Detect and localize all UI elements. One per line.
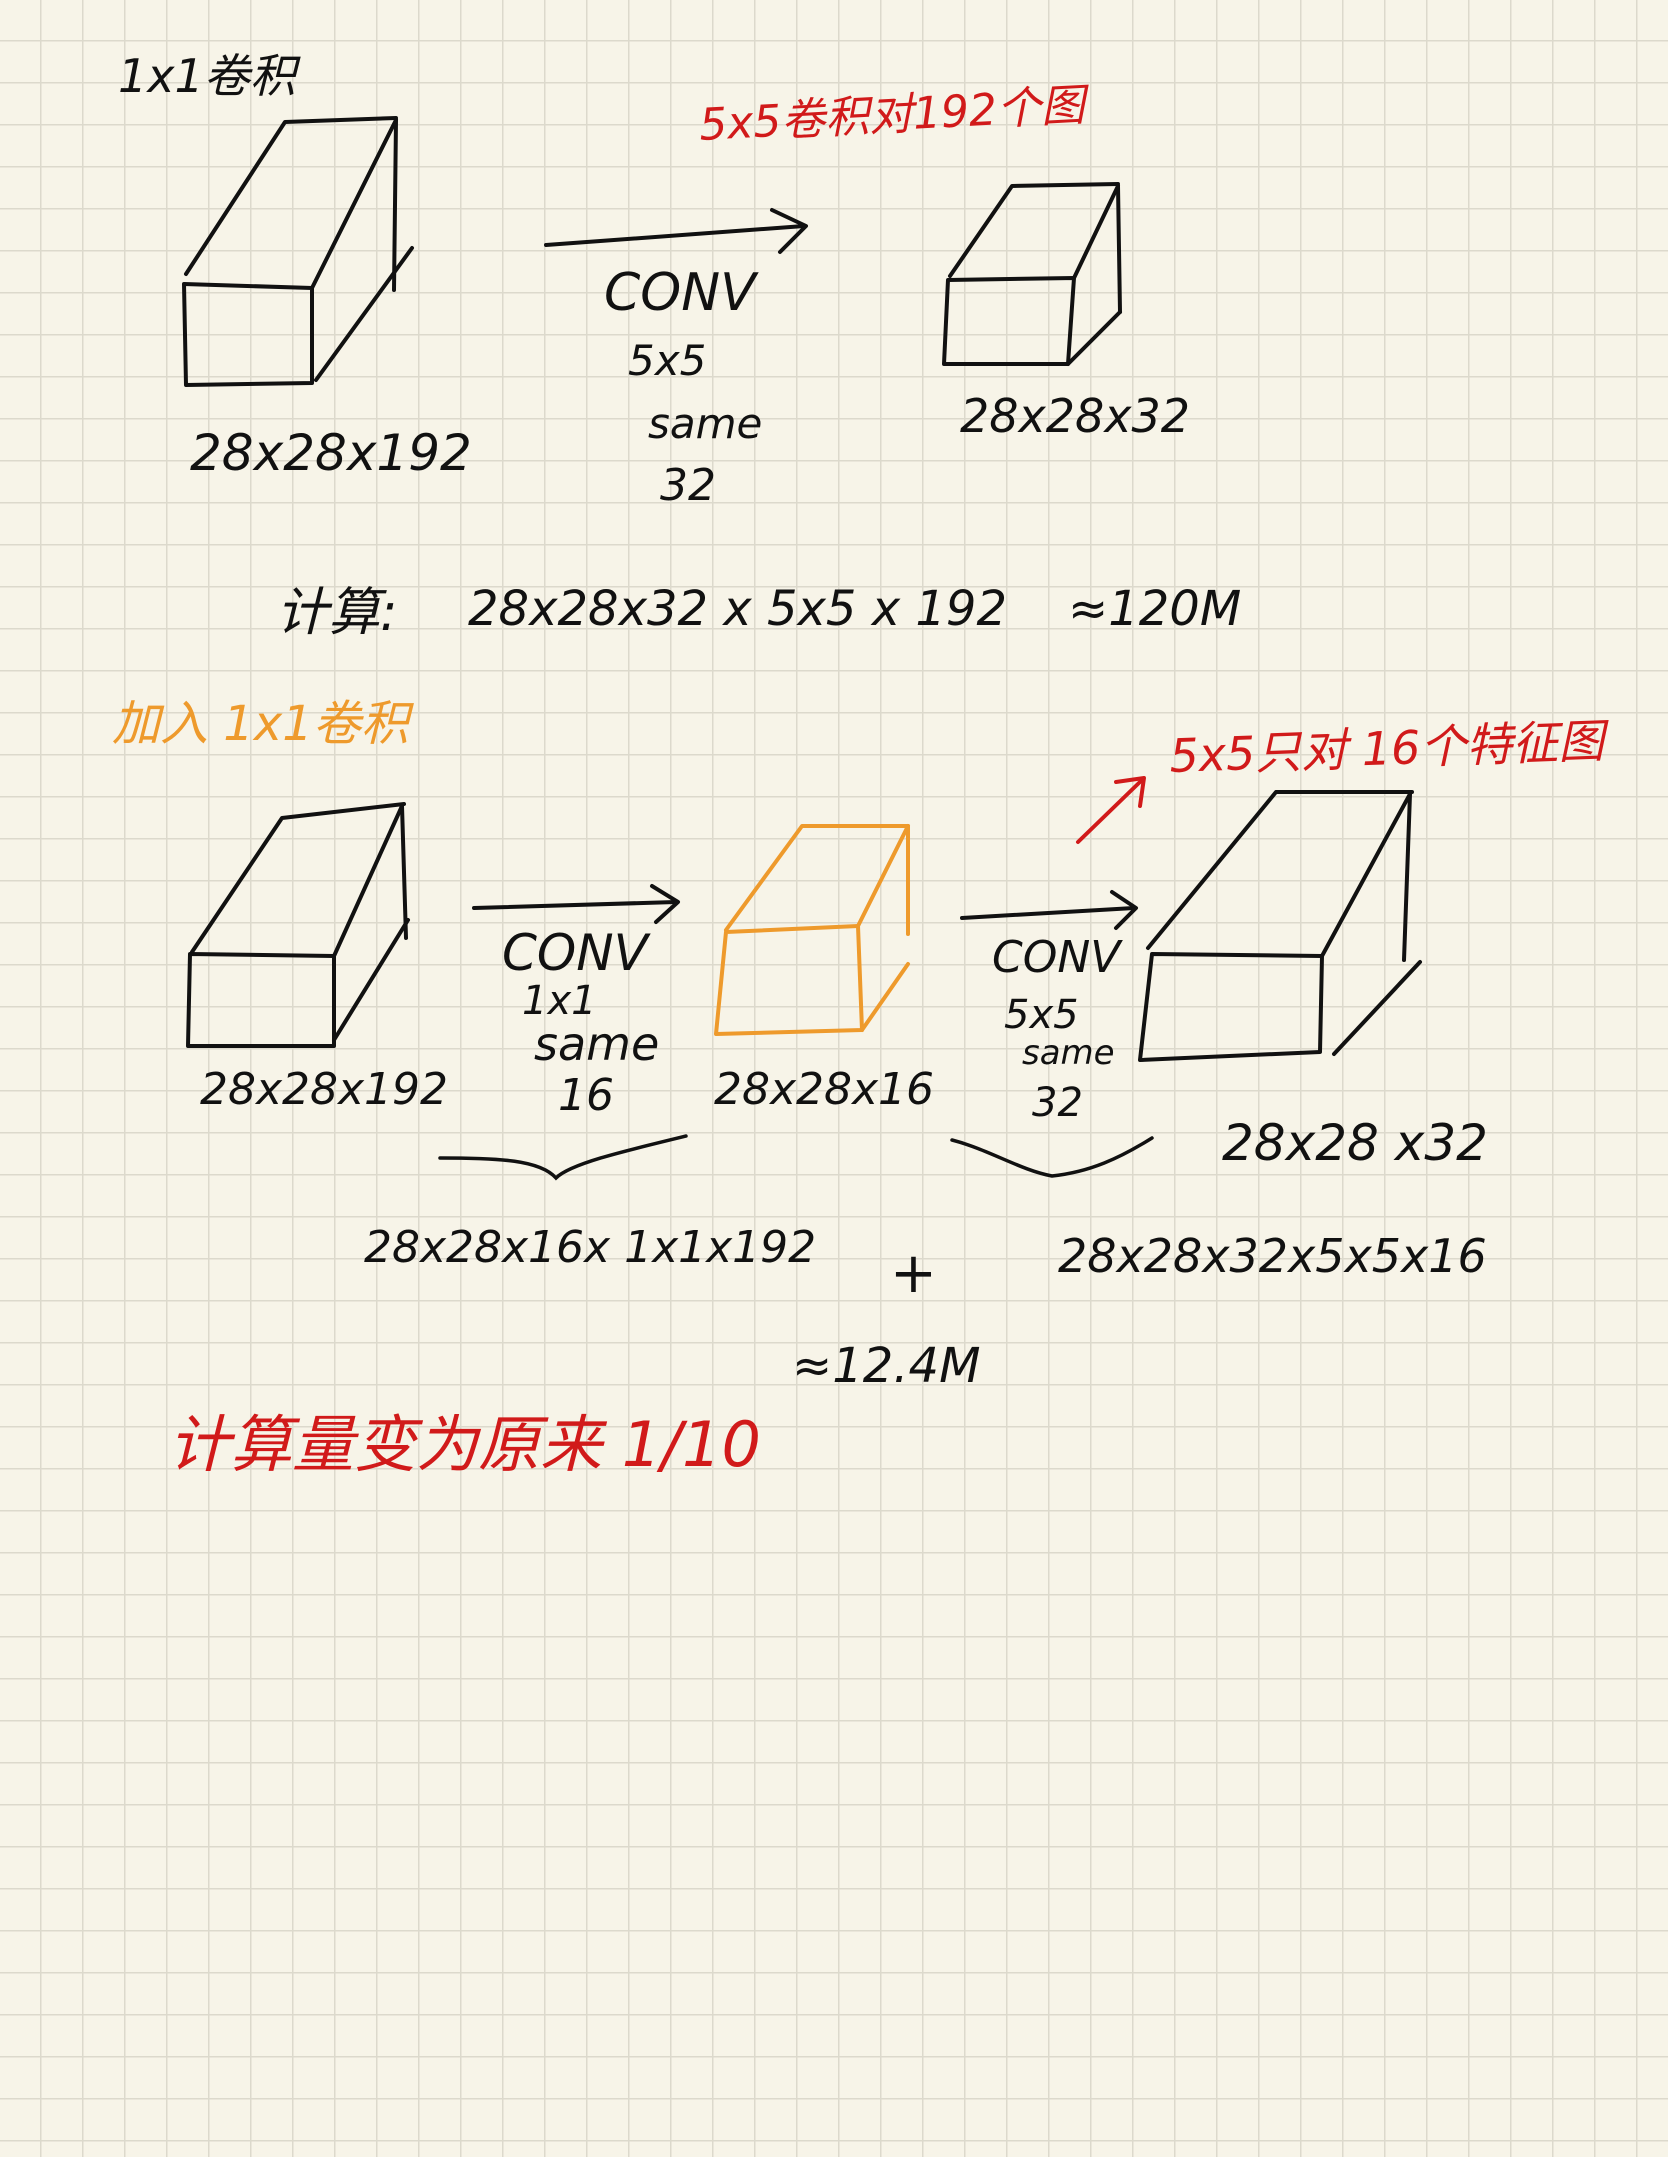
note-page: { "colors": { "ink": "#111111", "red": "… bbox=[0, 0, 1668, 2157]
conv5x5-padding-label: same bbox=[1022, 1033, 1115, 1073]
bottleneck-dims-label: 28x28x16 bbox=[714, 1064, 934, 1115]
output-volume-cube bbox=[942, 182, 1122, 366]
input-volume-cube bbox=[182, 116, 414, 387]
conv1x1-label: CONV bbox=[502, 924, 652, 982]
cost-brace-right bbox=[950, 1136, 1154, 1178]
conv-label: CONV bbox=[604, 263, 759, 323]
cost-second-conv: 28x28x32x5x5x16 bbox=[1058, 1229, 1487, 1283]
calc-prefix: 计算: bbox=[276, 583, 398, 643]
plus-sign: + bbox=[890, 1241, 937, 1306]
section1-red-note: 5x5卷积对192个图 bbox=[698, 80, 1092, 151]
output-volume-cube-2 bbox=[1138, 790, 1422, 1062]
conv1x1-filters-label: 16 bbox=[558, 1070, 614, 1121]
calc-result: ≈120M bbox=[1068, 581, 1241, 637]
section2-red-note: 5x5只对 16个特征图 bbox=[1168, 714, 1611, 783]
input-dims-label-2: 28x28x192 bbox=[200, 1064, 448, 1115]
bottleneck-volume-cube bbox=[714, 824, 910, 1036]
output-dims-label-2: 28x28 x32 bbox=[1222, 1114, 1488, 1172]
handwritten-diagram: 1x1卷积 5x5卷积对192个图 28x28x192 CONV 5x5 sam… bbox=[112, 49, 1611, 1481]
conv5x5-kernel-label: 5x5 bbox=[1004, 992, 1079, 1038]
conv5x5-filters-label: 32 bbox=[1032, 1080, 1083, 1126]
conclusion-note: 计算量变为原来 1/10 bbox=[168, 1408, 761, 1481]
conv-kernel-label: 5x5 bbox=[628, 336, 706, 385]
section2-title: 加入 1x1卷积 bbox=[112, 696, 415, 752]
conv-padding-label: same bbox=[648, 399, 762, 448]
total-cost: ≈12.4M bbox=[792, 1338, 981, 1394]
calc-expression: 28x28x32 x 5x5 x 192 bbox=[468, 581, 1007, 637]
input-dims-label: 28x28x192 bbox=[190, 424, 472, 482]
conv5x5-arrow bbox=[960, 890, 1138, 930]
section1-title: 1x1卷积 bbox=[118, 49, 301, 103]
conv-filters-label: 32 bbox=[660, 460, 716, 511]
input-volume-cube-2 bbox=[186, 802, 410, 1048]
conv5x5-label: CONV bbox=[992, 932, 1123, 983]
cost-brace-left bbox=[438, 1134, 688, 1181]
red-pointer-arrow bbox=[1076, 776, 1146, 844]
conv1x1-padding-label: same bbox=[534, 1017, 659, 1071]
conv1x1-arrow bbox=[472, 884, 680, 924]
cost-first-conv: 28x28x16x 1x1x192 bbox=[364, 1222, 816, 1273]
output-dims-label: 28x28x32 bbox=[960, 389, 1190, 443]
conv-arrow bbox=[544, 208, 808, 254]
